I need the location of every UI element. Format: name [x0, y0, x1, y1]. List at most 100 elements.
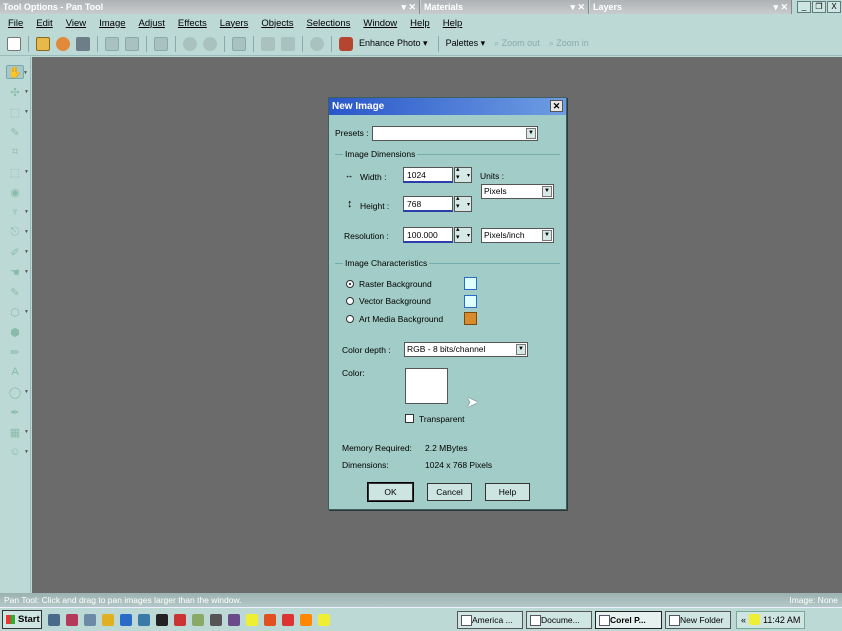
vector-background-radio[interactable]	[346, 297, 354, 305]
text-tool-icon[interactable]: A	[6, 365, 24, 379]
tool-options-titlebar[interactable]: Tool Options - Pan Tool ▾ ✕	[0, 0, 420, 14]
zoom-out-button[interactable]: ⌕ Zoom out	[494, 38, 540, 49]
quicklaunch-icon[interactable]	[138, 613, 150, 626]
minimize-button[interactable]: _	[797, 1, 811, 13]
resolution-input[interactable]: 100.000	[403, 227, 453, 243]
menu-layers[interactable]: Layers	[220, 18, 249, 29]
height-input[interactable]: 768	[403, 196, 453, 212]
transparent-checkbox[interactable]	[405, 414, 414, 423]
mirror-icon[interactable]	[281, 36, 295, 51]
quicklaunch-icon[interactable]	[84, 613, 96, 626]
save-icon[interactable]	[105, 36, 119, 51]
cancel-button[interactable]: Cancel	[427, 483, 472, 501]
enhance-photo-menu[interactable]: Enhance Photo ▾	[359, 38, 428, 49]
redo-icon[interactable]	[203, 36, 217, 51]
art-media-background-radio[interactable]	[346, 315, 354, 323]
task-corel[interactable]: Corel P...	[595, 610, 662, 629]
red-eye-tool-icon[interactable]: ◉	[6, 185, 24, 199]
menu-adjust[interactable]: Adjust	[139, 18, 165, 29]
quicklaunch-icon[interactable]	[282, 613, 294, 626]
quicklaunch-icon[interactable]	[246, 613, 258, 626]
task-documents[interactable]: Docume...	[526, 610, 592, 629]
scan-icon[interactable]	[76, 36, 90, 51]
start-button[interactable]: Start	[2, 610, 42, 629]
height-spinner[interactable]: ▾	[454, 194, 472, 212]
quicklaunch-icon[interactable]	[264, 613, 276, 626]
menu-help[interactable]: Help	[410, 18, 430, 29]
ok-button[interactable]: OK	[367, 482, 414, 502]
crop-tool-icon[interactable]: ⌗	[6, 145, 24, 159]
art-media-tool-icon[interactable]: ☺ ▼	[6, 445, 29, 459]
width-spinner[interactable]: ▾	[454, 165, 472, 183]
dialog-close-button[interactable]: ✕	[550, 100, 563, 112]
close-button[interactable]: X	[827, 1, 841, 13]
layers-controls[interactable]: ▾ ✕	[773, 0, 788, 14]
browse-icon[interactable]	[56, 36, 70, 51]
deform-tool-icon[interactable]: ⬚ ▼	[6, 165, 29, 179]
resolution-spinner[interactable]: ▾	[454, 225, 472, 243]
task-america[interactable]: America ...	[457, 610, 523, 629]
pan-tool-icon[interactable]: ✋ ▼	[6, 65, 28, 79]
flip-icon[interactable]	[261, 36, 275, 51]
menu-view[interactable]: View	[66, 18, 86, 29]
art-media-background-label[interactable]: Art Media Background	[359, 314, 443, 324]
print-icon[interactable]	[125, 36, 139, 51]
pen-tool-icon[interactable]: ✒	[6, 405, 24, 419]
makeover-tool-icon[interactable]: ♆ ▼	[6, 205, 29, 219]
shape-tool-icon[interactable]: ◯ ▼	[6, 385, 29, 399]
units-dropdown[interactable]: Pixels ▼	[481, 184, 554, 199]
layers-titlebar[interactable]: Layers ▾ ✕	[590, 0, 792, 14]
paint-brush-icon[interactable]: ✐ ▼	[6, 245, 29, 259]
restore-button[interactable]: ❐	[812, 1, 826, 13]
selection-tool-icon[interactable]: ⬚ ▼	[6, 105, 29, 119]
quicklaunch-icon[interactable]	[210, 613, 222, 626]
dropper-tool-icon[interactable]: ✎	[6, 125, 24, 139]
quicklaunch-icon[interactable]	[48, 613, 60, 626]
menu-objects[interactable]: Objects	[261, 18, 293, 29]
quicklaunch-icon[interactable]	[156, 613, 168, 626]
tray-expand-button[interactable]: «	[741, 612, 746, 628]
presets-dropdown[interactable]: ▼	[372, 126, 538, 141]
menu-window[interactable]: Window	[363, 18, 397, 29]
quicklaunch-icon[interactable]	[300, 613, 312, 626]
raster-background-radio[interactable]	[346, 280, 354, 288]
fill-tool-icon[interactable]: ⬢	[6, 325, 24, 339]
palettes-menu[interactable]: Palettes ▾	[446, 38, 486, 49]
quicklaunch-icon[interactable]	[318, 613, 330, 626]
info-icon[interactable]	[310, 36, 324, 51]
new-icon[interactable]	[7, 36, 21, 51]
materials-controls[interactable]: ▾ ✕	[570, 0, 585, 14]
tool-options-controls[interactable]: ▾ ✕	[401, 0, 416, 14]
menu-image[interactable]: Image	[99, 18, 125, 29]
help-button[interactable]: Help	[485, 483, 530, 501]
width-input[interactable]: 1024	[403, 167, 453, 183]
menu-edit[interactable]: Edit	[36, 18, 52, 29]
warp-tool-icon[interactable]: ▦ ▼	[6, 425, 29, 439]
quicklaunch-icon[interactable]	[174, 613, 186, 626]
clone-tool-icon[interactable]: ⎋ ▼	[6, 225, 29, 239]
zoom-in-button[interactable]: ⌕ Zoom in	[549, 38, 589, 49]
quicklaunch-icon[interactable]	[120, 613, 132, 626]
color-depth-dropdown[interactable]: RGB - 8 bits/channel ▼	[404, 342, 528, 357]
vector-background-label[interactable]: Vector Background	[359, 296, 431, 306]
menu-selections[interactable]: Selections	[307, 18, 351, 29]
eraser-tool-icon[interactable]: ⬡ ▼	[6, 305, 29, 319]
move-tool-icon[interactable]: ✣ ▼	[6, 85, 29, 99]
transparent-label[interactable]: Transparent	[419, 414, 465, 424]
dodge-tool-icon[interactable]: ☚ ▼	[6, 265, 29, 279]
dialog-titlebar[interactable]: New Image ✕	[329, 98, 566, 115]
task-new-folder[interactable]: New Folder	[665, 610, 731, 629]
raster-background-label[interactable]: Raster Background	[359, 279, 432, 289]
color-swatch[interactable]	[405, 368, 448, 404]
quicklaunch-icon[interactable]	[66, 613, 78, 626]
resolution-units-dropdown[interactable]: Pixels/inch ▼	[481, 228, 554, 243]
menu-file[interactable]: File	[8, 18, 23, 29]
email-icon[interactable]	[154, 36, 168, 51]
smudge-tool-icon[interactable]: ✎	[6, 285, 24, 299]
menu-help-2[interactable]: Help	[443, 18, 463, 29]
materials-titlebar[interactable]: Materials ▾ ✕	[421, 0, 589, 14]
undo-icon[interactable]	[183, 36, 197, 51]
enhance-photo-icon[interactable]	[339, 36, 353, 51]
open-icon[interactable]	[36, 36, 50, 51]
quicklaunch-icon[interactable]	[228, 613, 240, 626]
